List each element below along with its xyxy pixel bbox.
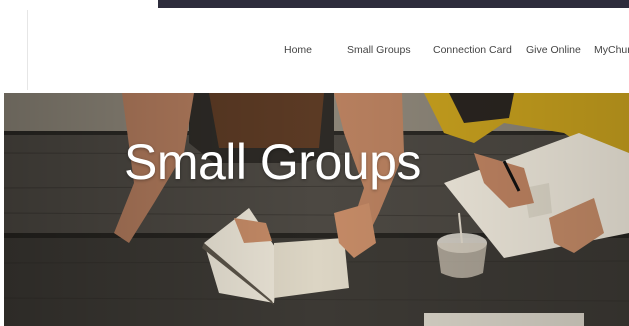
nav-item-give-online[interactable]: Give Online [526, 38, 581, 62]
nav-item-connection-card[interactable]: Connection Card [433, 38, 512, 62]
nav-item-small-groups[interactable]: Small Groups [347, 38, 411, 62]
nav-item-home[interactable]: Home [284, 38, 312, 62]
page-title: Small Groups [124, 134, 421, 190]
top-banner-strip [158, 0, 629, 8]
hero-background-image [4, 93, 629, 326]
hero-banner: Small Groups [4, 93, 629, 326]
main-nav: Home Small Groups Connection Card Give O… [0, 38, 629, 62]
nav-item-mychurch[interactable]: MyChur [594, 38, 629, 62]
